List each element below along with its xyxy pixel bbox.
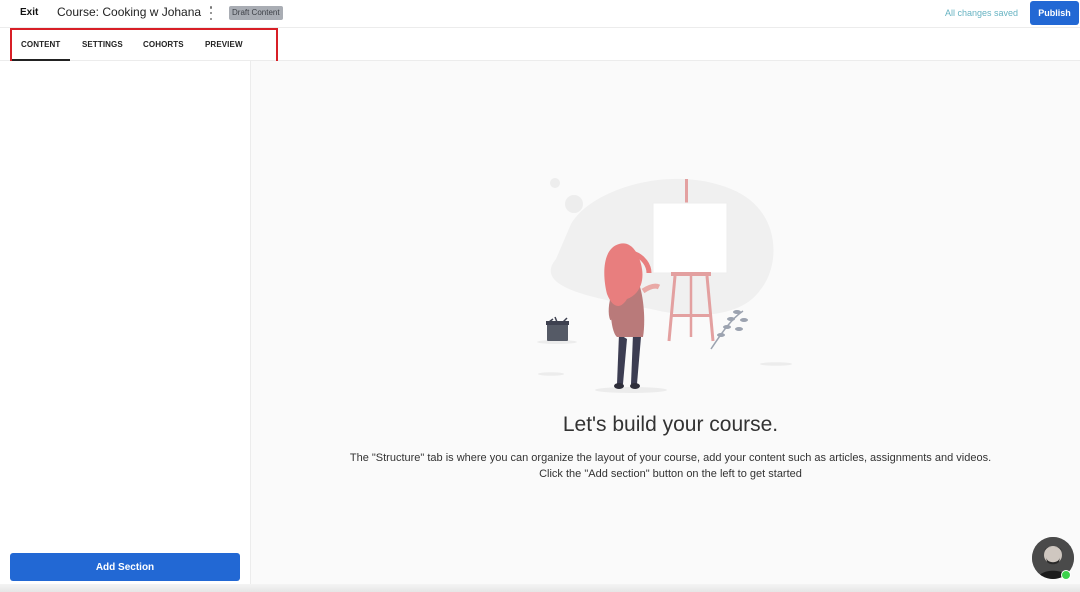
empty-state-description: The "Structure" tab is where you can org…: [349, 452, 992, 464]
sidebar: Add Section: [0, 61, 251, 592]
online-status-indicator: [1061, 570, 1071, 580]
bottom-edge: [0, 584, 1080, 592]
course-title: Course: Cooking w Johana: [57, 5, 202, 19]
add-section-button[interactable]: Add Section: [10, 553, 240, 581]
draft-status-badge: Draft Content: [229, 6, 283, 20]
empty-state-heading: Let's build your course.: [562, 413, 779, 436]
save-status-text: All changes saved: [944, 8, 1018, 18]
empty-state-instruction: Click the "Add section" button on the le…: [539, 468, 802, 480]
tab-settings[interactable]: SETTINGS: [82, 29, 123, 61]
tab-content[interactable]: CONTENT: [11, 29, 71, 61]
main-content: Let's build your course. The "Structure"…: [251, 61, 1080, 592]
painter-illustration: [537, 178, 792, 393]
tab-cohorts[interactable]: COHORTS: [143, 29, 184, 61]
exit-button[interactable]: Exit: [20, 7, 38, 18]
publish-button[interactable]: Publish: [1030, 1, 1079, 25]
tab-preview[interactable]: PREVIEW: [205, 29, 243, 61]
top-bar: Exit Course: Cooking w Johana Draft Cont…: [0, 0, 1080, 28]
kebab-menu-icon[interactable]: [208, 6, 214, 20]
tab-bar: CONTENT SETTINGS COHORTS PREVIEW: [0, 29, 1080, 61]
